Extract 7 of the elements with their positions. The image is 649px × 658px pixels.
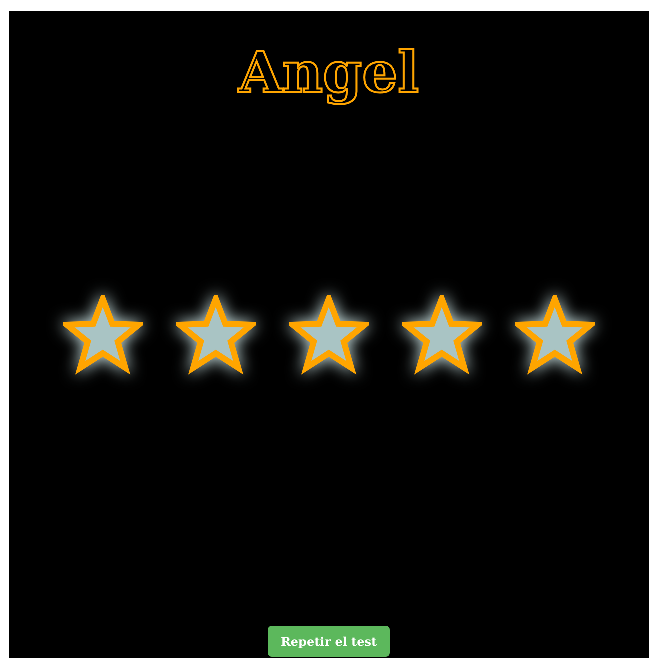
repeat-test-button[interactable]: Repetir el test: [268, 626, 390, 657]
filled-star-icon: [402, 295, 482, 375]
filled-star-icon: [289, 295, 369, 375]
title: Angel: [238, 41, 420, 105]
filled-star-icon: [515, 295, 595, 375]
filled-star-icon: [176, 295, 256, 375]
filled-star-icon: [63, 295, 143, 375]
